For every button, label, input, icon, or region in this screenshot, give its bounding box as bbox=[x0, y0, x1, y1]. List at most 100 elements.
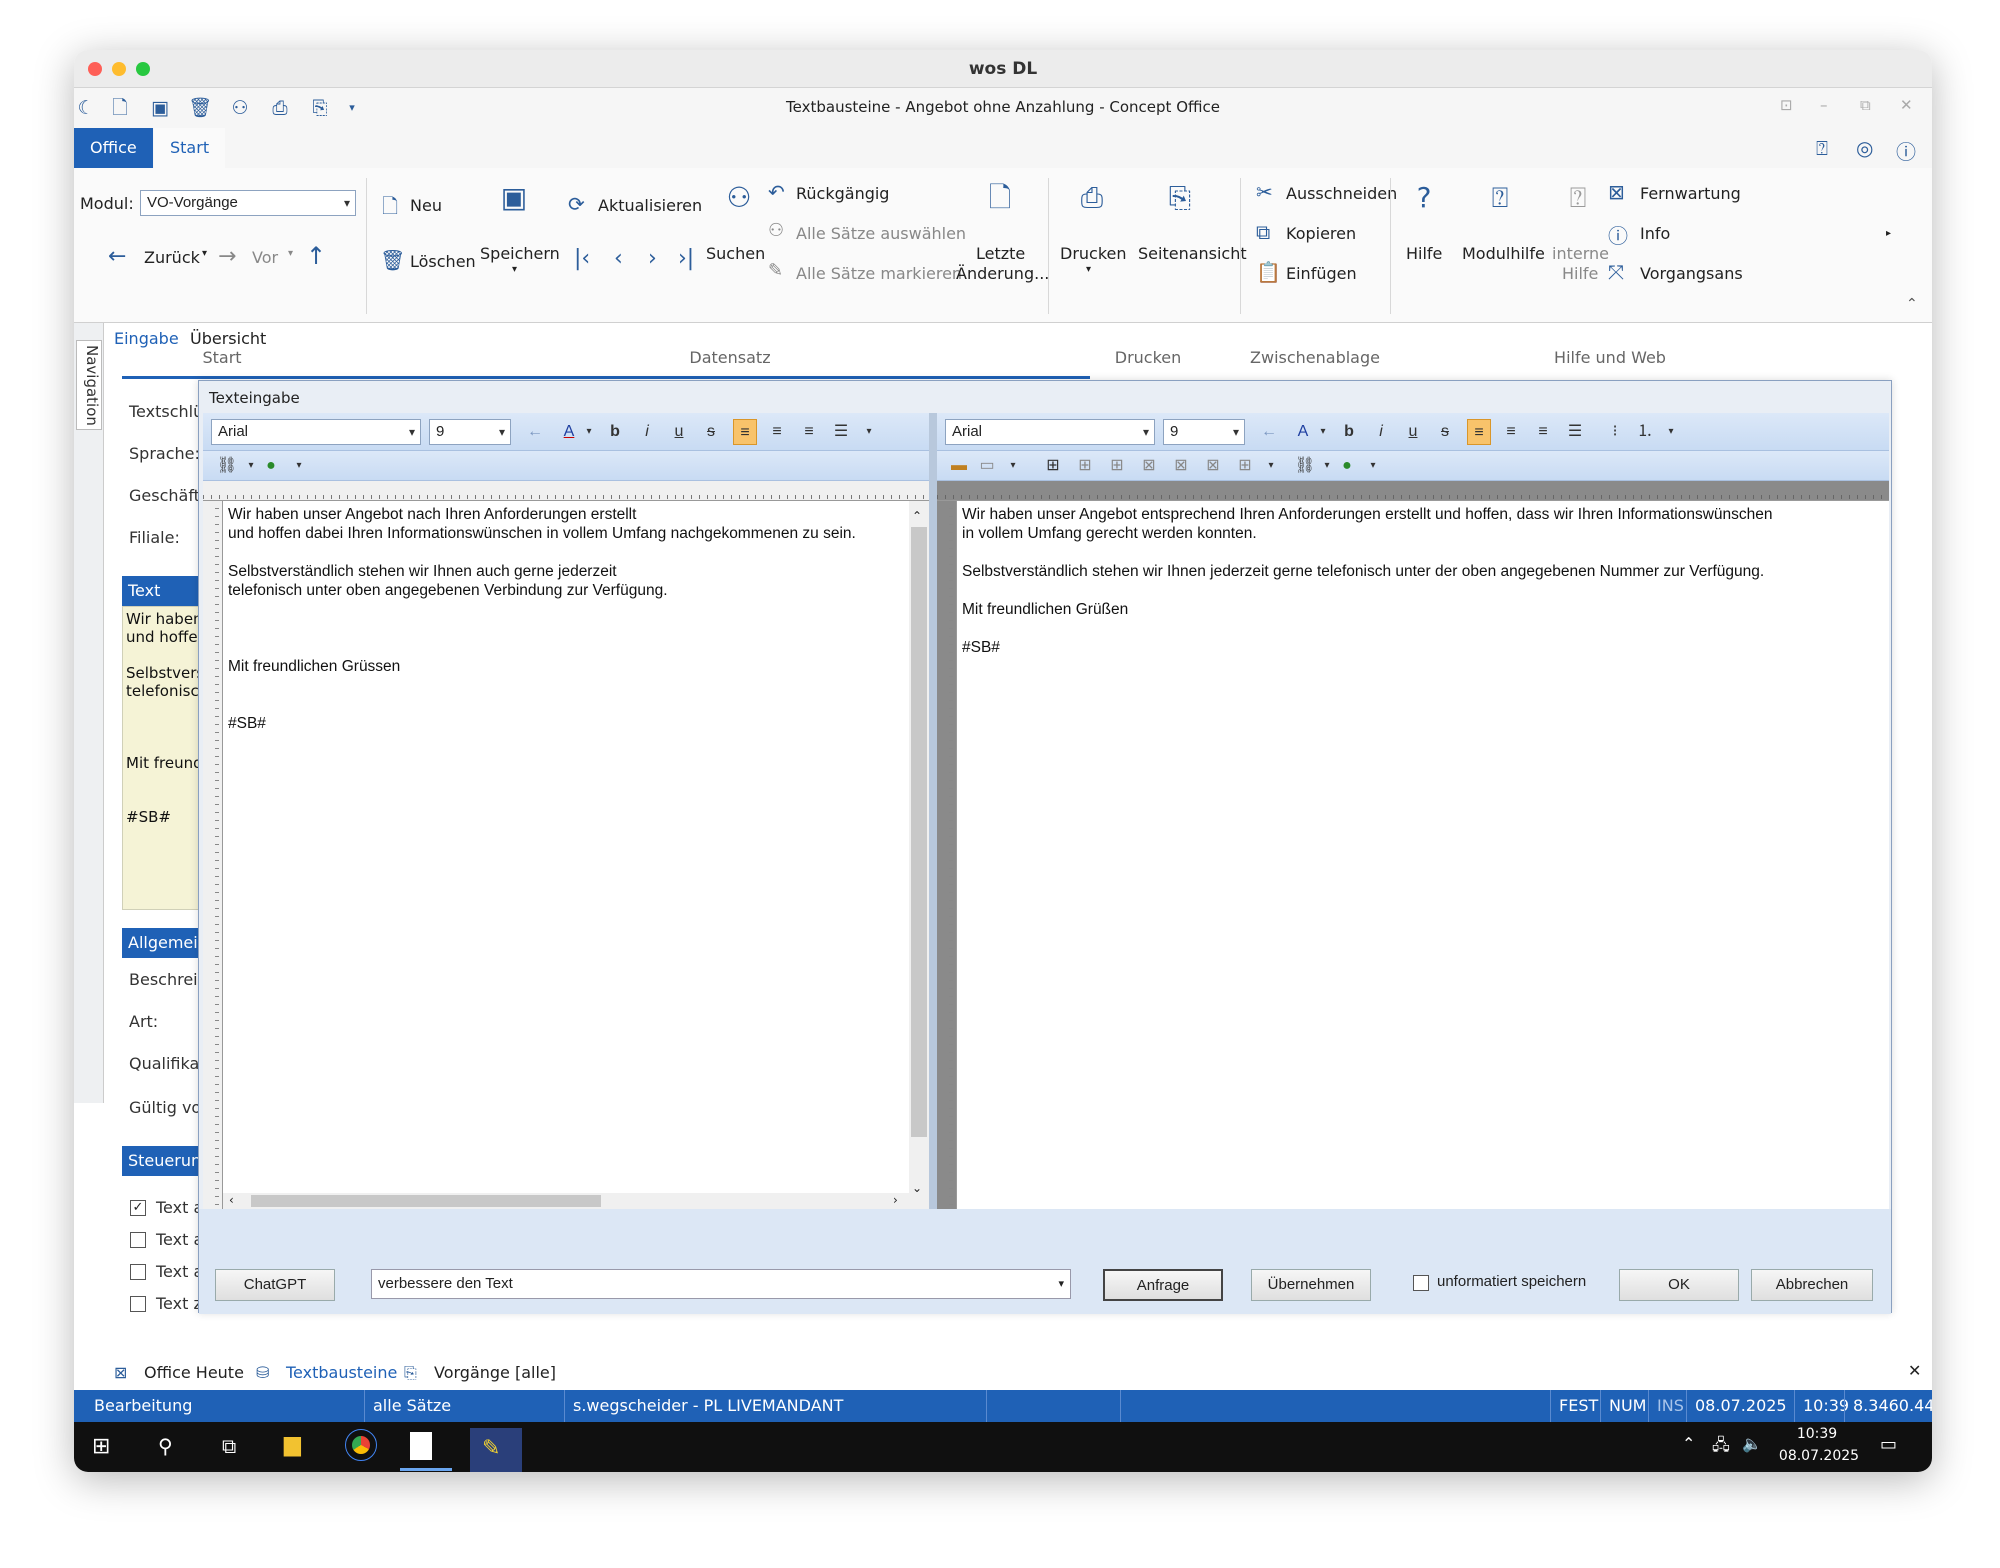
chatgpt-button[interactable]: ChatGPT bbox=[215, 1269, 335, 1301]
modulhilfe-button[interactable]: Modulhilfe bbox=[1462, 244, 1545, 263]
right-italic-icon[interactable]: i bbox=[1369, 419, 1393, 445]
numbered-list-icon[interactable]: ⒈ bbox=[1633, 419, 1657, 445]
einfuegen-button[interactable]: Einfügen bbox=[1286, 264, 1357, 283]
pin-icon[interactable]: ✎ bbox=[768, 260, 783, 281]
globe-icon[interactable]: ◎ bbox=[1856, 136, 1873, 160]
improved-text-editor[interactable]: Wir haben unser Angebot entsprechend Ihr… bbox=[957, 501, 1889, 1209]
drucken-button[interactable]: Drucken bbox=[1060, 244, 1127, 263]
tray-chevron-icon[interactable]: ⌃ bbox=[1682, 1434, 1695, 1453]
scroll-right-icon[interactable]: › bbox=[893, 1193, 898, 1207]
right-font-color-dropdown-icon[interactable]: ▾ bbox=[1311, 419, 1335, 445]
tab-office[interactable]: Office bbox=[74, 128, 153, 168]
speichern-button[interactable]: Speichern bbox=[480, 244, 560, 263]
left-align-left-icon[interactable]: ≡ bbox=[733, 419, 757, 445]
tab-uebersicht[interactable]: Übersicht bbox=[190, 329, 266, 348]
right-toolbar-more-icon[interactable]: ▾ bbox=[1659, 419, 1683, 445]
printer-icon[interactable]: ⎙ bbox=[1070, 178, 1114, 218]
left-web-icon[interactable]: ● bbox=[259, 453, 283, 479]
rueckgaengig-button[interactable]: Rückgängig bbox=[796, 184, 889, 203]
left-align-center-icon[interactable]: ≡ bbox=[765, 419, 789, 445]
left-row2-more-icon[interactable]: ▾ bbox=[287, 453, 311, 479]
checkbox-4[interactable] bbox=[130, 1296, 146, 1312]
taskbar-time[interactable]: 10:39 bbox=[1782, 1426, 1852, 1442]
right-justify-icon[interactable]: ☰ bbox=[1563, 419, 1587, 445]
tab-start[interactable]: Start bbox=[154, 128, 226, 168]
taskbar-date[interactable]: 08.07.2025 bbox=[1774, 1448, 1864, 1464]
prev-record-icon[interactable]: ‹ bbox=[614, 246, 623, 271]
right-underline-icon[interactable]: u bbox=[1401, 419, 1425, 445]
network-icon[interactable]: 🖧 bbox=[1712, 1434, 1730, 1461]
right-link-icon[interactable]: ⛓ bbox=[1293, 453, 1317, 479]
tab-textbausteine[interactable]: Textbausteine bbox=[286, 1363, 397, 1382]
binoculars-search-icon[interactable]: ⚇ bbox=[714, 178, 764, 218]
back-arrow-icon[interactable]: ← bbox=[108, 244, 126, 269]
kopieren-button[interactable]: Kopieren bbox=[1286, 224, 1356, 243]
table-merge-icon[interactable]: ⊠ bbox=[1201, 453, 1225, 479]
vorgangsansicht-button[interactable]: Vorgangsans bbox=[1640, 264, 1743, 283]
restore-icon[interactable]: ⊡ bbox=[1780, 96, 1793, 114]
alle-markieren-button[interactable]: Alle Sätze markieren bbox=[796, 264, 962, 283]
scroll-left-icon[interactable]: ‹ bbox=[229, 1193, 234, 1207]
trash-icon[interactable]: 🗑 bbox=[380, 248, 405, 272]
table-insert-col-icon[interactable]: ⊞ bbox=[1105, 453, 1129, 479]
vorgangsansicht-icon[interactable]: ⤧ bbox=[1608, 260, 1624, 284]
copy-icon[interactable]: ⧉ bbox=[1256, 220, 1270, 244]
abbrechen-button[interactable]: Abbrechen bbox=[1751, 1269, 1873, 1301]
zurueck-button[interactable]: Zurück bbox=[144, 248, 200, 267]
tab-office-heute[interactable]: Office Heute bbox=[144, 1363, 244, 1382]
modul-select[interactable]: VO-Vorgänge bbox=[140, 190, 356, 216]
notifications-icon[interactable]: ▭ bbox=[1880, 1434, 1897, 1455]
suchen-button[interactable]: Suchen bbox=[706, 244, 765, 263]
left-size-select[interactable]: 9 bbox=[429, 419, 511, 445]
minimize-icon[interactable]: – bbox=[1820, 96, 1828, 114]
concept-office-app-icon[interactable]: ✎ bbox=[470, 1428, 522, 1472]
interne-hilfe-line2[interactable]: Hilfe bbox=[1562, 264, 1598, 283]
right-web-icon[interactable]: ● bbox=[1335, 453, 1359, 479]
next-record-icon[interactable]: › bbox=[648, 246, 657, 271]
left-horizontal-scrollbar[interactable]: ‹ › bbox=[223, 1193, 909, 1209]
up-arrow-icon[interactable]: ↑ bbox=[306, 242, 326, 270]
left-hscroll-thumb[interactable] bbox=[251, 1195, 601, 1207]
refresh-icon[interactable]: ⟳ bbox=[568, 192, 585, 216]
right-strike-icon[interactable]: s bbox=[1433, 419, 1457, 445]
table-insert-row-icon[interactable]: ⊞ bbox=[1073, 453, 1097, 479]
help-icon[interactable]: ? bbox=[1404, 178, 1444, 218]
info-icon[interactable]: ⓘ bbox=[1896, 136, 1916, 165]
interne-hilfe-line1[interactable]: interne bbox=[1552, 244, 1609, 263]
table-delete-row-icon[interactable]: ⊠ bbox=[1137, 453, 1161, 479]
left-scroll-thumb[interactable] bbox=[911, 527, 927, 1137]
checkbox-2[interactable] bbox=[130, 1232, 146, 1248]
table-split-icon[interactable]: ⊞ bbox=[1233, 453, 1257, 479]
info-small-icon[interactable]: ⓘ bbox=[1608, 220, 1628, 249]
close-traffic-light[interactable] bbox=[88, 62, 102, 76]
original-text-editor[interactable]: Wir haben unser Angebot nach Ihren Anfor… bbox=[223, 501, 909, 1193]
page-preview-icon[interactable]: ⎘ bbox=[1160, 178, 1200, 218]
hilfe-button[interactable]: Hilfe bbox=[1406, 244, 1442, 263]
left-italic-icon[interactable]: i bbox=[635, 419, 659, 445]
ribbon-scroll-right-icon[interactable]: ▸ bbox=[1886, 228, 1891, 239]
right-font-select[interactable]: Arial bbox=[945, 419, 1155, 445]
undo-icon[interactable]: ↶ bbox=[768, 180, 785, 204]
module-help-icon[interactable]: ⍰ bbox=[1480, 178, 1520, 218]
document-app-icon[interactable] bbox=[410, 1432, 432, 1460]
scissors-icon[interactable]: ✂ bbox=[1256, 180, 1273, 204]
close-icon[interactable]: ✕ bbox=[1900, 96, 1913, 114]
scroll-down-icon[interactable]: ⌄ bbox=[912, 1181, 922, 1195]
paste-icon[interactable]: 📋 bbox=[1256, 260, 1281, 284]
tab-vorgaenge[interactable]: Vorgänge [alle] bbox=[434, 1363, 556, 1382]
checkbox-1[interactable]: ✓ bbox=[130, 1200, 146, 1216]
table-delete-col-icon[interactable]: ⊠ bbox=[1169, 453, 1193, 479]
right-bold-icon[interactable]: b bbox=[1337, 419, 1361, 445]
insert-image-icon[interactable]: ▬ bbox=[947, 453, 971, 479]
neu-button[interactable]: Neu bbox=[410, 196, 442, 215]
left-bold-icon[interactable]: b bbox=[603, 419, 627, 445]
left-undo-icon[interactable]: ← bbox=[523, 419, 547, 445]
left-justify-icon[interactable]: ☰ bbox=[829, 419, 853, 445]
forward-arrow-icon[interactable]: → bbox=[218, 244, 236, 269]
bullet-list-icon[interactable]: ⁝ bbox=[1603, 419, 1627, 445]
right-align-right-icon[interactable]: ≡ bbox=[1531, 419, 1555, 445]
task-view-icon[interactable]: ⧉ bbox=[222, 1434, 236, 1458]
editor-splitter[interactable] bbox=[929, 413, 937, 1209]
right-undo-icon[interactable]: ← bbox=[1257, 419, 1281, 445]
right-row2-more-icon[interactable]: ▾ bbox=[1361, 453, 1385, 479]
